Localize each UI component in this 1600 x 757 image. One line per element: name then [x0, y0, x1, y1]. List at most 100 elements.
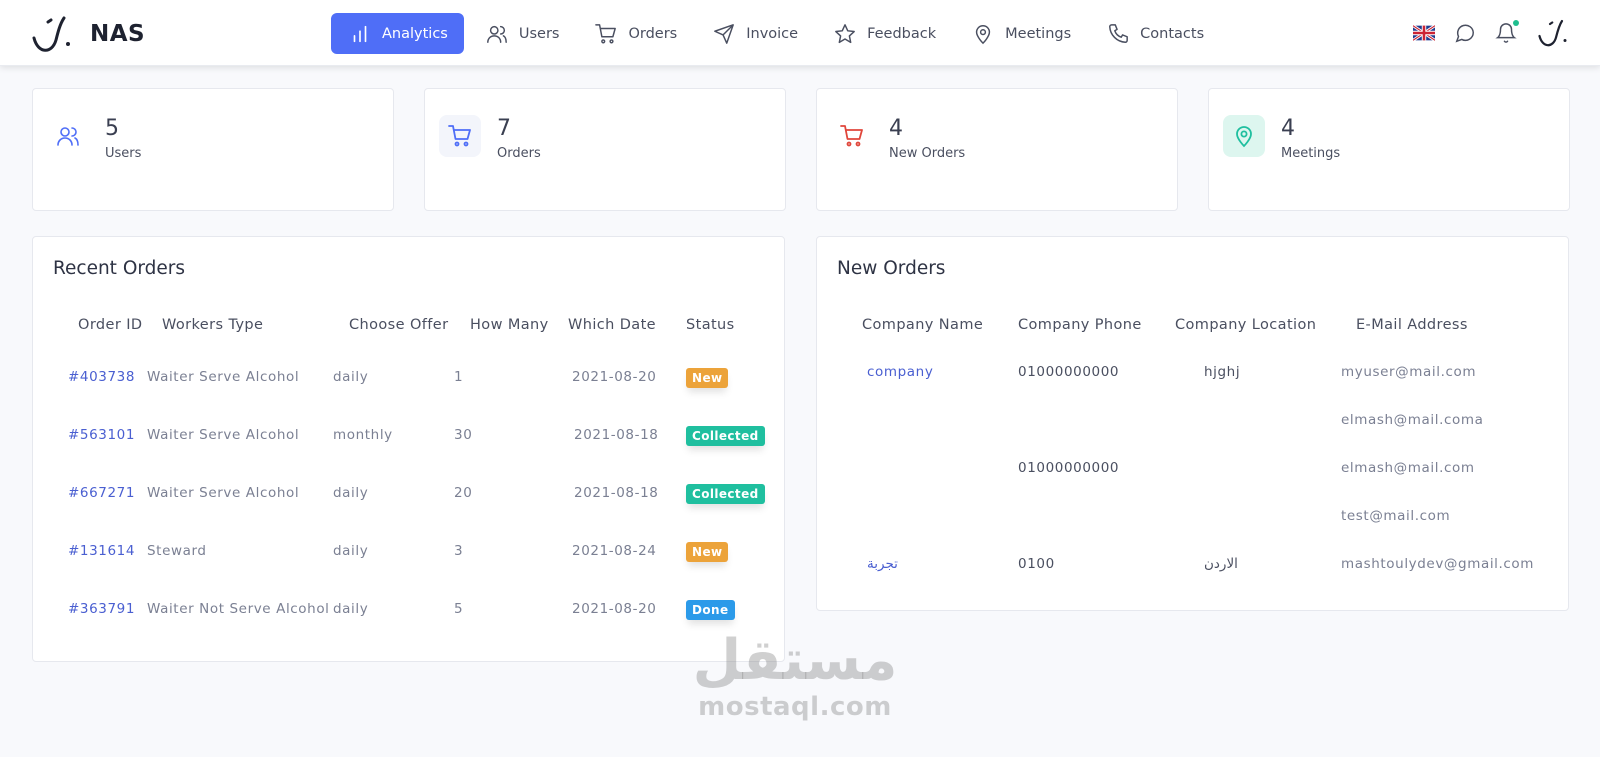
status-badge: New [686, 368, 729, 388]
order-id-link[interactable]: #363791 [68, 601, 135, 617]
offer: daily [333, 601, 369, 617]
order-id-link[interactable]: #131614 [68, 543, 135, 559]
header-actions [1394, 18, 1570, 48]
company-name-link[interactable]: تجربة [867, 556, 898, 572]
status-badge: Collected [686, 484, 765, 504]
company-phone: 01000000000 [1018, 364, 1120, 380]
stat-icon-wrap [439, 115, 481, 157]
stat-value: 7 [497, 116, 511, 141]
panel-title: Recent Orders [53, 258, 186, 279]
nav-item-users[interactable]: Users [472, 13, 574, 54]
nav-label: Meetings [1005, 25, 1072, 42]
nav-item-orders[interactable]: Orders [581, 13, 691, 54]
stat-icon-wrap [831, 115, 873, 157]
stat-icon-wrap [47, 115, 89, 157]
brand-logo-icon [32, 16, 70, 52]
offer: daily [333, 485, 369, 501]
col-company-phone[interactable]: Company Phone [1018, 317, 1142, 333]
order-id-link[interactable]: #563101 [68, 427, 135, 443]
workers-type: Waiter Serve Alcohol [147, 369, 300, 385]
status-badge: Collected [686, 426, 765, 446]
recent-orders-panel: Recent Orders Order ID Workers Type Choo… [32, 236, 785, 662]
company-phone: 01000000000 [1018, 460, 1120, 476]
map-pin-icon [1236, 126, 1252, 148]
workers-type: Waiter Serve Alcohol [147, 485, 300, 501]
stat-label: Meetings [1281, 146, 1341, 161]
workers-type: Steward [147, 543, 207, 559]
avatar-logo-icon [1538, 19, 1567, 47]
col-order-id[interactable]: Order ID [78, 317, 142, 333]
col-how-many[interactable]: How Many [470, 317, 549, 333]
col-email-address[interactable]: E-Mail Address [1356, 317, 1468, 333]
company-location: hjghj [1204, 364, 1241, 380]
stat-label: Orders [497, 146, 541, 161]
col-workers-type[interactable]: Workers Type [162, 317, 263, 333]
email-address: test@mail.com [1341, 508, 1451, 524]
col-which-date[interactable]: Which Date [568, 317, 656, 333]
which-date: 2021-08-20 [572, 601, 657, 617]
stat-card-orders[interactable]: 7 Orders [424, 88, 786, 211]
col-status[interactable]: Status [686, 317, 735, 333]
users-icon [57, 127, 79, 146]
offer: daily [333, 369, 369, 385]
nav-label: Invoice [746, 25, 799, 42]
bar-chart-icon [353, 25, 367, 42]
panel-title: New Orders [837, 258, 946, 279]
workers-type: Waiter Not Serve Alcohol [147, 601, 330, 617]
stat-value: 4 [889, 116, 903, 141]
nav-label: Contacts [1140, 25, 1205, 42]
nav-label: Users [518, 25, 560, 42]
how-many: 30 [454, 427, 473, 443]
col-company-name[interactable]: Company Name [862, 317, 983, 333]
brand[interactable]: NAS [30, 14, 145, 54]
company-name-link[interactable]: company [867, 364, 933, 380]
offer: daily [333, 543, 369, 559]
stat-label: New Orders [889, 146, 966, 161]
cart-icon [840, 125, 863, 147]
watermark: مستقل mostaql.com [690, 630, 900, 723]
order-id-link[interactable]: #667271 [68, 485, 135, 501]
send-icon [714, 23, 735, 44]
stat-label: Users [105, 146, 142, 161]
nav-item-invoice[interactable]: Invoice [699, 13, 812, 54]
language-switch[interactable] [1413, 25, 1435, 41]
star-icon [835, 23, 855, 43]
nav-label: Analytics [382, 25, 448, 42]
email-address: mashtoulydev@gmail.com [1341, 556, 1535, 572]
user-avatar[interactable] [1536, 18, 1570, 48]
email-address: elmash@mail.com [1341, 460, 1475, 476]
stat-card-new-orders[interactable]: 4 New Orders [816, 88, 1178, 211]
nav-label: Orders [628, 25, 678, 42]
how-many: 3 [454, 543, 464, 559]
brand-name: NAS [90, 21, 146, 47]
nav-item-contacts[interactable]: Contacts [1093, 13, 1218, 54]
nav-item-meetings[interactable]: Meetings [958, 13, 1085, 54]
new-orders-panel: New Orders Company Name Company Phone Co… [816, 236, 1569, 611]
col-choose-offer[interactable]: Choose Offer [349, 317, 448, 333]
col-company-location[interactable]: Company Location [1175, 317, 1316, 333]
order-id-link[interactable]: #403738 [68, 369, 135, 385]
which-date: 2021-08-18 [574, 485, 659, 501]
cart-icon [448, 125, 471, 147]
stat-value: 5 [105, 116, 119, 141]
notifications-button[interactable] [1495, 20, 1519, 44]
offer: monthly [333, 427, 393, 443]
cart-icon [595, 23, 617, 43]
stat-value: 4 [1281, 116, 1295, 141]
uk-flag-icon [1413, 25, 1435, 41]
stat-card-meetings[interactable]: 4 Meetings [1208, 88, 1570, 211]
top-navbar: NAS Analytics Users Orders Invoice Feedb… [0, 0, 1600, 66]
company-location: الاردن [1204, 556, 1238, 572]
main-nav: Analytics Users Orders Invoice Feedback [331, 13, 1226, 54]
nav-item-analytics[interactable]: Analytics [331, 13, 464, 54]
chat-button[interactable] [1454, 22, 1476, 44]
which-date: 2021-08-20 [572, 369, 657, 385]
status-badge: New [686, 542, 729, 562]
phone-icon [1109, 23, 1129, 43]
nav-item-feedback[interactable]: Feedback [820, 13, 950, 54]
which-date: 2021-08-24 [572, 543, 657, 559]
stat-icon-wrap [1223, 115, 1265, 157]
chat-icon [1455, 24, 1474, 43]
stat-card-users[interactable]: 5 Users [32, 88, 394, 211]
nav-label: Feedback [867, 25, 937, 42]
